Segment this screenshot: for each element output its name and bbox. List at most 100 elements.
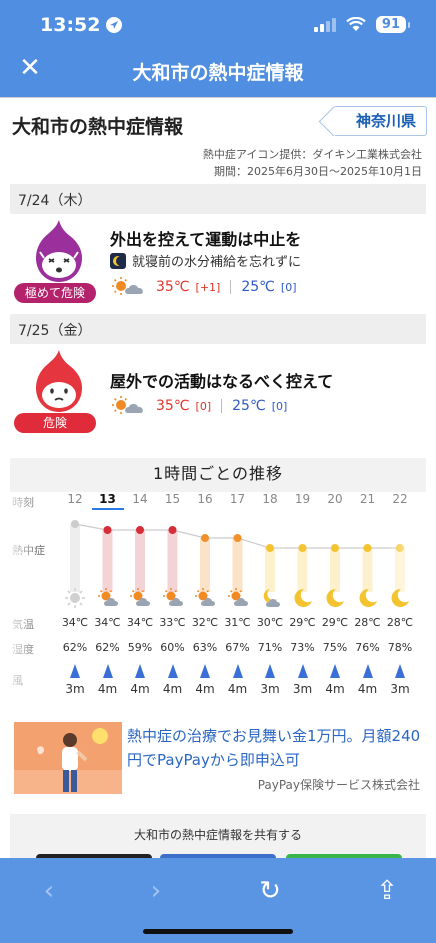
status-time: 13:52: [40, 14, 123, 36]
sun-icon: [64, 587, 86, 609]
low-temp: 25℃: [241, 279, 275, 295]
high-temp-diff: [+1]: [195, 280, 221, 294]
heat-mascot-icon: [36, 220, 82, 282]
hour-header: 15: [164, 492, 181, 506]
hour-wind-speed: 3m: [260, 682, 280, 696]
hour-wind-speed: 3m: [65, 682, 85, 696]
hour-wind-speed: 4m: [130, 682, 150, 696]
wind-direction-icon: [265, 664, 275, 678]
day-date: 7/24（木）: [10, 184, 426, 214]
day-temps: 35℃ [0] 25℃ [0]: [110, 395, 287, 417]
hour-wind-speed: 3m: [390, 682, 410, 696]
temp-divider: [230, 280, 232, 294]
moon-icon: [357, 587, 379, 609]
sun-cloud-icon: [194, 587, 216, 609]
hour-temp: 34℃: [126, 616, 154, 629]
sun-cloud-icon: [129, 587, 151, 609]
hour-temp: 31℃: [224, 616, 251, 629]
heat-level-dot: [201, 534, 209, 542]
hour-wind-speed: 4m: [227, 682, 248, 696]
heat-bar: [330, 548, 340, 592]
hour-humidity: 63%: [192, 641, 218, 654]
prefecture-link[interactable]: 神奈川県: [332, 106, 427, 136]
credit-provider: 熱中症アイコン提供：ダイキン工業株式会社: [202, 148, 422, 161]
browser-toolbar: ‹ › ↻ ⇪: [0, 858, 436, 943]
hour-header: 12: [67, 492, 83, 506]
back-button[interactable]: ‹: [32, 874, 66, 908]
high-temp: 35℃: [156, 279, 190, 295]
temp-row-label: 気温: [12, 618, 34, 631]
ad-sponsor: PayPay保険サービス株式会社: [257, 778, 420, 792]
moon-icon: [389, 587, 411, 609]
note-text: 就寝前の水分補給を忘れずに: [132, 255, 302, 270]
forward-button[interactable]: ›: [139, 874, 173, 908]
high-temp-diff: [0]: [195, 399, 212, 413]
wind-direction-icon: [362, 664, 373, 678]
heat-level-dot: [331, 544, 339, 552]
wind-row-label: 風: [12, 674, 23, 687]
ad-image[interactable]: [14, 722, 122, 794]
heat-mascot-icon: [36, 350, 82, 412]
hour-temp: 33℃: [159, 616, 186, 629]
heat-bar: [200, 538, 210, 592]
heat-bar: [70, 524, 80, 592]
wind-direction-icon: [135, 664, 145, 678]
hour-header: 17: [229, 492, 246, 506]
hour-temp: 29℃: [321, 616, 349, 629]
wind-direction-icon: [330, 664, 340, 678]
advertisement[interactable]: 熱中症の治療でお見舞い金1万円。月額240円でPayPayから即申込可 PayP…: [10, 718, 426, 796]
hour-wind-speed: 4m: [162, 682, 183, 696]
wifi-icon: [346, 17, 366, 31]
reload-button[interactable]: ↻: [253, 874, 287, 908]
advice-text: 屋外での活動はなるべく控えて: [110, 372, 334, 391]
moon-cloud-icon: [259, 587, 281, 609]
day-card: 極めて危険 外出を控えて運動は中止を 就寝前の水分補給を忘れずに 35℃ [+1…: [10, 214, 426, 314]
low-temp-diff: [0]: [271, 399, 288, 413]
heat-level-dot: [103, 526, 112, 534]
home-indicator: [143, 929, 293, 934]
hour-humidity: 62%: [95, 641, 120, 654]
advice-text: 外出を控えて運動は中止を: [110, 230, 302, 249]
wind-direction-icon: [102, 664, 113, 678]
hour-temp: 28℃: [386, 616, 414, 629]
cellular-signal-icon: [313, 17, 336, 32]
hour-wind-speed: 4m: [325, 682, 345, 696]
heat-bar: [395, 548, 405, 592]
heat-level-dot: [168, 526, 177, 534]
hour-wind-speed: 4m: [195, 682, 215, 696]
low-temp-diff: [0]: [280, 280, 297, 294]
clock: 13:52: [40, 14, 101, 36]
heat-level-dot: [298, 544, 307, 552]
hour-wind-speed: 3m: [292, 682, 313, 696]
heat-bar: [265, 548, 275, 592]
temp-divider: [221, 399, 223, 413]
hourly-table[interactable]: 時刻 熱中症 気温 湿度 風 12 34℃ 62% 3m 13 34℃ 62% 4m 14 34℃…: [10, 492, 426, 702]
share-button[interactable]: ⇪: [370, 874, 404, 908]
icon-credit: 熱中症アイコン提供：ダイキン工業株式会社 期間：2025年6月30日〜2025年…: [203, 146, 422, 180]
hour-wind-speed: 4m: [357, 682, 378, 696]
hour-wind-speed: 4m: [97, 682, 118, 696]
share-title: 大和市の熱中症情報を共有する: [133, 828, 302, 842]
heat-level-chart: [70, 520, 405, 592]
moon-icon: [324, 587, 346, 609]
hour-humidity: 73%: [290, 641, 315, 654]
heat-level-dot: [363, 544, 372, 552]
heat-level-dot: [266, 544, 274, 552]
ad-text[interactable]: 熱中症の治療でお見舞い金1万円。月額240円でPayPayから即申込可: [127, 724, 423, 772]
hour-humidity: 78%: [387, 641, 413, 654]
low-temp: 25℃: [232, 398, 266, 414]
hour-header: 20: [327, 492, 343, 506]
heat-bar: [232, 538, 243, 592]
hour-header: 19: [294, 492, 311, 506]
hour-humidity: 71%: [257, 641, 283, 654]
hour-humidity: 76%: [355, 641, 380, 654]
hour-humidity: 67%: [225, 641, 250, 654]
hour-temp: 30℃: [256, 616, 284, 629]
sun-cloud-icon: [97, 587, 119, 609]
wind-direction-icon: [167, 664, 178, 678]
heat-bar: [135, 530, 145, 592]
risk-level-badge: 危険: [14, 413, 96, 433]
sun-cloud-icon: [162, 587, 184, 609]
heat-level-dot: [396, 544, 404, 552]
page-title: 大和市の熱中症情報: [12, 116, 184, 138]
